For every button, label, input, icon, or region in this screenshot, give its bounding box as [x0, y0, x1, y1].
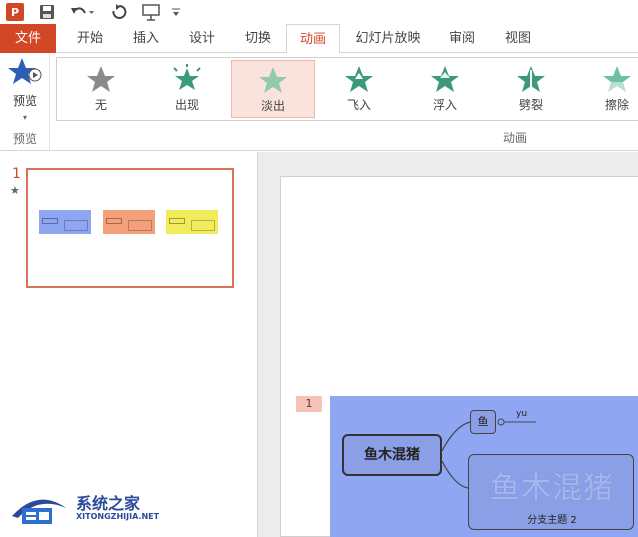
- mindmap-image[interactable]: 鱼木混猪 鱼 yu 鱼木混猪 分支主题 2: [330, 396, 638, 537]
- animation-label: 劈裂: [518, 98, 543, 112]
- tab-insert[interactable]: 插入: [120, 24, 172, 53]
- animation-label: 擦除: [604, 98, 629, 112]
- preview-button[interactable]: 预览 ▾: [4, 57, 46, 123]
- preview-group-label: 预览: [12, 132, 37, 146]
- tab-home[interactable]: 开始: [64, 24, 116, 53]
- branch-topic-subtitle: 分支主题 2: [527, 515, 577, 526]
- animation-label: 无: [94, 98, 107, 112]
- customize-qat-icon[interactable]: [170, 3, 182, 21]
- tab-slideshow[interactable]: 幻灯片放映: [346, 24, 430, 53]
- star-split-icon: [517, 66, 545, 92]
- tab-design[interactable]: 设计: [176, 24, 228, 53]
- tab-file[interactable]: 文件: [0, 24, 56, 53]
- animation-wipe[interactable]: 擦除: [575, 60, 638, 118]
- thumbnail-mindmap-orange: [103, 210, 155, 234]
- thumbnail-mindmap-blue: [39, 210, 91, 234]
- topic-note: yu: [516, 409, 528, 419]
- animation-fade[interactable]: 淡出: [231, 60, 315, 118]
- tab-transitions[interactable]: 切换: [232, 24, 284, 53]
- animation-group-label: 动画: [502, 131, 527, 145]
- animation-label: 淡出: [260, 99, 285, 113]
- star-burst-icon: [173, 64, 201, 90]
- thumbnail-mindmap-yellow: [166, 210, 218, 234]
- animation-order-badge[interactable]: 1: [296, 396, 322, 412]
- animation-gallery: 无 出现 淡出 飞入 浮入 劈裂 擦除: [56, 57, 638, 121]
- star-fly-in-icon: [345, 66, 373, 92]
- watermark-url: XITONGZHIJIA.NET: [76, 512, 160, 521]
- redo-icon[interactable]: [110, 3, 128, 21]
- central-topic: 鱼木混猪: [342, 434, 442, 476]
- tab-animations[interactable]: 动画: [286, 24, 340, 54]
- star-float-in-icon: [431, 66, 459, 92]
- preview-group: 预览 ▾ 预览: [0, 53, 50, 151]
- animation-label: 浮入: [432, 98, 457, 112]
- slide-number: 1: [12, 166, 21, 182]
- slide-thumbnail[interactable]: [26, 168, 234, 288]
- animation-marker-icon: ★: [10, 184, 20, 197]
- undo-icon[interactable]: [68, 3, 96, 21]
- animation-label: 出现: [174, 98, 199, 112]
- branch-topic-title: 鱼木混猪: [490, 471, 614, 506]
- chevron-down-icon[interactable]: ▾: [23, 113, 27, 122]
- animation-label: 飞入: [346, 98, 371, 112]
- branch-topic: 鱼木混猪 分支主题 2: [468, 454, 634, 530]
- preview-star-icon: [8, 58, 42, 84]
- save-icon[interactable]: [38, 3, 56, 21]
- animation-appear[interactable]: 出现: [145, 60, 229, 118]
- animation-fly-in[interactable]: 飞入: [317, 60, 401, 118]
- star-icon: [87, 66, 115, 92]
- watermark: 系统之家 XITONGZHIJIA.NET: [8, 488, 168, 530]
- slide-thumbnail-pane[interactable]: 1 ★: [0, 152, 258, 537]
- star-fade-icon: [259, 67, 287, 93]
- start-slideshow-icon[interactable]: [140, 3, 162, 21]
- preview-label: 预览: [12, 94, 37, 108]
- powerpoint-icon: P: [6, 3, 24, 21]
- ribbon-animations: 预览 ▾ 预览 无 出现 淡出 飞入 浮入 劈裂 擦除 动画: [0, 53, 638, 151]
- topic-node: 鱼: [470, 410, 496, 434]
- ribbon-tabs: 文件 开始 插入 设计 切换 动画 幻灯片放映 审阅 视图: [0, 24, 638, 54]
- quick-access-toolbar: P: [0, 0, 638, 24]
- animation-float-in[interactable]: 浮入: [403, 60, 487, 118]
- animation-split[interactable]: 劈裂: [489, 60, 573, 118]
- star-wipe-icon: [602, 66, 632, 94]
- watermark-title: 系统之家: [76, 494, 141, 513]
- tab-view[interactable]: 视图: [492, 24, 544, 53]
- tab-review[interactable]: 审阅: [436, 24, 488, 53]
- watermark-logo-icon: [12, 499, 66, 524]
- animation-none[interactable]: 无: [59, 60, 143, 118]
